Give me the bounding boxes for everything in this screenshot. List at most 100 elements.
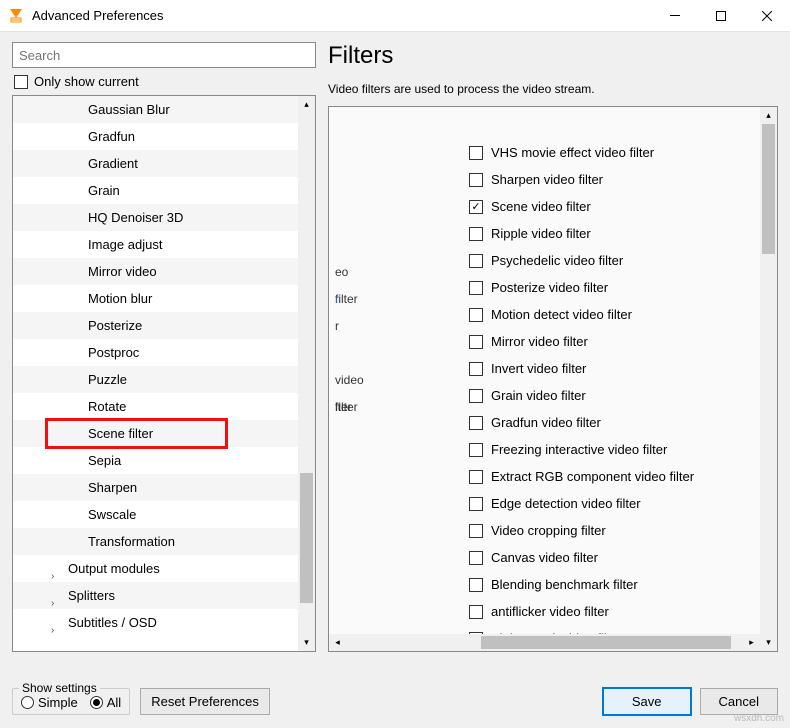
checkbox[interactable] (469, 254, 483, 268)
checkbox[interactable] (469, 146, 483, 160)
checkbox[interactable] (469, 281, 483, 295)
checkbox[interactable] (469, 362, 483, 376)
tree-item[interactable]: HQ Denoiser 3D (13, 204, 298, 231)
filter-checkbox-row[interactable]: Edge detection video filter (329, 490, 777, 517)
checkbox[interactable] (469, 308, 483, 322)
checkbox[interactable] (469, 416, 483, 430)
filters-panel: eo filterrrvideo filterlterlvnh image vi… (328, 106, 778, 652)
cancel-button[interactable]: Cancel (700, 688, 778, 715)
filter-checkbox-row[interactable]: Scene video filter (329, 193, 777, 220)
filter-checkbox-row[interactable]: Extract RGB component video filter (329, 463, 777, 490)
filter-checkbox-label: Canvas video filter (491, 550, 598, 565)
filters-horizontal-scrollbar[interactable]: ◂ ▸ (329, 634, 760, 651)
tree-item[interactable]: Gradfun (13, 123, 298, 150)
filter-checkbox-row[interactable]: Posterize video filter (329, 274, 777, 301)
scroll-down-icon[interactable]: ▾ (298, 634, 315, 651)
checkbox[interactable] (469, 578, 483, 592)
filter-checkbox-row[interactable]: Invert video filter (329, 355, 777, 382)
checkbox[interactable] (469, 470, 483, 484)
scroll-thumb[interactable] (762, 124, 775, 254)
scroll-thumb[interactable] (481, 636, 731, 649)
maximize-button[interactable] (698, 0, 744, 32)
chevron-right-icon[interactable]: › (51, 617, 54, 644)
scroll-up-icon[interactable]: ▴ (760, 107, 777, 124)
checkbox[interactable] (469, 389, 483, 403)
scroll-right-icon[interactable]: ▸ (743, 634, 760, 651)
filter-checkbox-label: Extract RGB component video filter (491, 469, 694, 484)
tree-item[interactable]: Sharpen (13, 474, 298, 501)
checkbox[interactable] (469, 335, 483, 349)
tree-item[interactable]: Postproc (13, 339, 298, 366)
checkbox[interactable] (469, 443, 483, 457)
scroll-up-icon[interactable]: ▴ (298, 96, 315, 113)
tree-item[interactable]: Gradient (13, 150, 298, 177)
all-label: All (107, 695, 121, 710)
tree-item[interactable]: ›Splitters (13, 582, 298, 609)
preferences-tree: Gaussian Blur Gradfun Gradient Grain HQ Deno… (12, 95, 316, 652)
close-button[interactable] (744, 0, 790, 32)
filter-checkbox-label: Freezing interactive video filter (491, 442, 667, 457)
tree-item-label: Image adjust (88, 237, 162, 252)
only-show-current-label: Only show current (34, 74, 139, 89)
filter-checkbox-row[interactable]: Mirror video filter (329, 328, 777, 355)
tree-item[interactable]: Mirror video (13, 258, 298, 285)
scroll-thumb[interactable] (300, 473, 313, 603)
tree-item[interactable]: Scene filter (13, 420, 298, 447)
filter-checkbox-row[interactable]: Grain video filter (329, 382, 777, 409)
only-show-current-row[interactable]: Only show current (12, 74, 316, 89)
tree-item[interactable]: ›Output modules (13, 555, 298, 582)
tree-item[interactable]: Motion blur (13, 285, 298, 312)
filters-vertical-scrollbar[interactable]: ▴ ▾ (760, 107, 777, 651)
checkbox[interactable] (469, 551, 483, 565)
scroll-down-icon[interactable]: ▾ (760, 634, 777, 651)
checkbox[interactable] (469, 200, 483, 214)
reset-preferences-button[interactable]: Reset Preferences (140, 688, 270, 715)
tree-item[interactable]: ›Subtitles / OSD (13, 609, 298, 636)
only-show-current-checkbox[interactable] (14, 75, 28, 89)
filter-checkbox-row[interactable]: Canvas video filter (329, 544, 777, 571)
tree-item[interactable]: Posterize (13, 312, 298, 339)
clipped-label: eo filter (335, 259, 358, 286)
checkbox[interactable] (469, 497, 483, 511)
tree-item-label: Gradfun (88, 129, 135, 144)
filter-checkbox-label: Video cropping filter (491, 523, 606, 538)
checkbox[interactable] (469, 173, 483, 187)
all-radio[interactable] (90, 696, 103, 709)
filter-checkbox-row[interactable]: Motion detect video filter (329, 301, 777, 328)
filter-checkbox-row[interactable]: Sharpen video filter (329, 166, 777, 193)
search-input[interactable] (12, 42, 316, 68)
tree-item[interactable]: Puzzle (13, 366, 298, 393)
checkbox[interactable] (469, 605, 483, 619)
tree-item[interactable]: Transformation (13, 528, 298, 555)
tree-item-label: Grain (88, 183, 120, 198)
tree-item-label: Motion blur (88, 291, 152, 306)
tree-item[interactable]: Sepia (13, 447, 298, 474)
checkbox[interactable] (469, 227, 483, 241)
filter-checkbox-row[interactable]: Video cropping filter (329, 517, 777, 544)
checkbox[interactable] (469, 524, 483, 538)
filter-checkbox-label: Blending benchmark filter (491, 577, 638, 592)
filter-checkbox-row[interactable]: Psychedelic video filter (329, 247, 777, 274)
filter-checkbox-row[interactable]: antiflicker video filter (329, 598, 777, 625)
tree-item[interactable]: Image adjust (13, 231, 298, 258)
show-settings-legend: Show settings (19, 681, 100, 695)
filter-checkbox-row[interactable]: VHS movie effect video filter (329, 139, 777, 166)
simple-label: Simple (38, 695, 78, 710)
filter-checkbox-row[interactable]: Alpha mask video filter (329, 625, 777, 634)
filter-checkbox-row[interactable]: Gradfun video filter (329, 409, 777, 436)
filter-checkbox-label: Grain video filter (491, 388, 586, 403)
filter-checkbox-label: antiflicker video filter (491, 604, 609, 619)
filter-checkbox-row[interactable]: Blending benchmark filter (329, 571, 777, 598)
tree-item[interactable]: Rotate (13, 393, 298, 420)
save-button[interactable]: Save (602, 687, 692, 716)
tree-item[interactable]: Gaussian Blur (13, 96, 298, 123)
tree-item[interactable]: Swscale (13, 501, 298, 528)
minimize-button[interactable] (652, 0, 698, 32)
simple-radio[interactable] (21, 696, 34, 709)
tree-item[interactable]: Grain (13, 177, 298, 204)
titlebar: Advanced Preferences (0, 0, 790, 32)
scroll-left-icon[interactable]: ◂ (329, 634, 346, 651)
filter-checkbox-row[interactable]: Freezing interactive video filter (329, 436, 777, 463)
tree-vertical-scrollbar[interactable]: ▴ ▾ (298, 96, 315, 651)
filter-checkbox-row[interactable]: Ripple video filter (329, 220, 777, 247)
